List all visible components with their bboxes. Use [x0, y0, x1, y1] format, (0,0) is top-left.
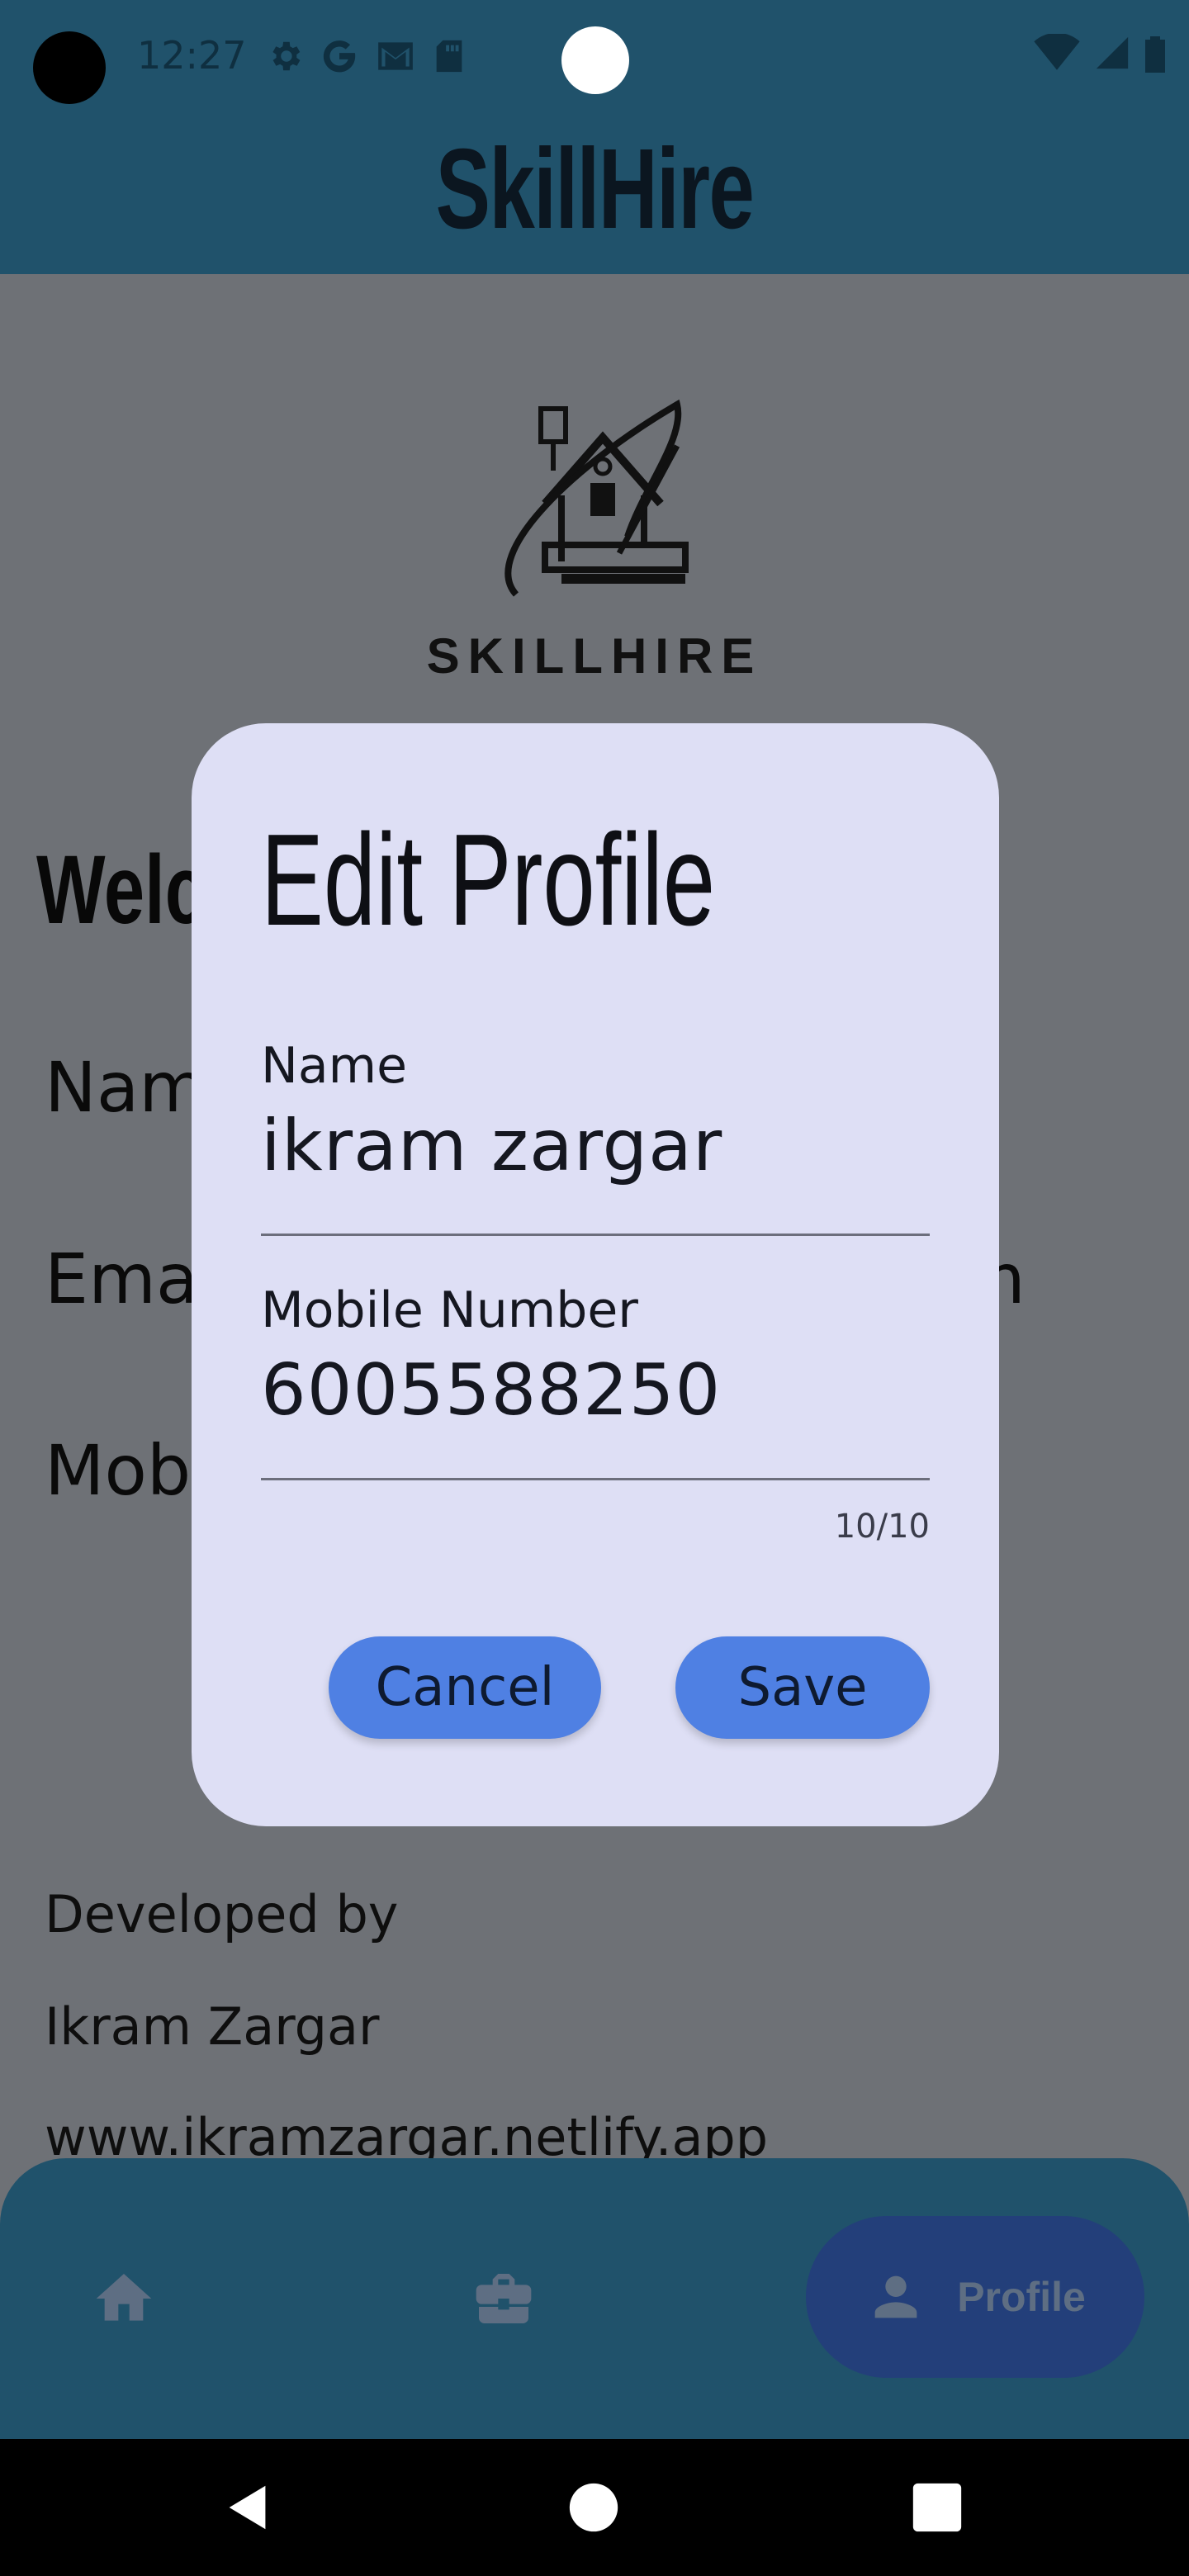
camera-cutout [33, 31, 106, 104]
name-field-underline [261, 1234, 930, 1236]
edit-profile-dialog: Edit Profile Name ikram zargar Mobile Nu… [192, 723, 999, 1826]
google-icon [323, 40, 356, 73]
settings-icon [272, 41, 301, 71]
battery-icon [1145, 36, 1165, 73]
nav-home[interactable] [83, 2158, 165, 2439]
status-system-icons [1034, 33, 1166, 73]
status-time: 12:27 [137, 33, 247, 78]
sd-card-icon [436, 40, 462, 73]
dialog-title: Edit Profile [261, 807, 716, 953]
nav-profile[interactable]: Profile [806, 2216, 1144, 2378]
nav-jobs[interactable] [462, 2158, 545, 2439]
name-field[interactable]: ikram zargar [261, 1105, 722, 1187]
signal-icon [1096, 36, 1129, 69]
welcome-heading: Welc [36, 836, 206, 945]
profile-name-text: Nam [45, 1047, 207, 1128]
status-notification-icons [266, 33, 466, 79]
recents-icon[interactable] [908, 2479, 966, 2536]
gmail-icon [378, 42, 413, 70]
app-bar: 12:27 SkillHire [0, 0, 1189, 274]
profile-email-text: Ema [45, 1238, 199, 1319]
app-title: SkillHire [435, 125, 755, 253]
profile-mobile-text: Mob [45, 1430, 192, 1511]
home-icon [96, 2274, 152, 2321]
mobile-field-label: Mobile Number [261, 1281, 638, 1339]
mobile-character-counter: 10/10 [834, 1508, 930, 1546]
person-icon [874, 2275, 917, 2318]
back-icon[interactable] [220, 2479, 277, 2536]
cancel-button[interactable]: Cancel [329, 1636, 601, 1739]
name-field-label: Name [261, 1037, 408, 1095]
wifi-icon [1034, 34, 1080, 70]
nav-profile-label: Profile [957, 2274, 1086, 2320]
mobile-number-field[interactable]: 6005588250 [261, 1349, 721, 1432]
briefcase-icon [476, 2274, 532, 2323]
system-navigation-bar [0, 2439, 1189, 2576]
mobile-field-underline [261, 1478, 930, 1480]
home-circle-icon[interactable] [565, 2479, 623, 2536]
bottom-navigation: Profile [0, 2158, 1189, 2439]
developer-name-text: Ikram Zargar [45, 1996, 380, 2057]
save-button[interactable]: Save [675, 1636, 930, 1739]
logo-wordmark: SKILLHIRE [426, 628, 763, 684]
developed-by-text: Developed by [45, 1884, 399, 1944]
status-indicator-dot [561, 26, 629, 94]
